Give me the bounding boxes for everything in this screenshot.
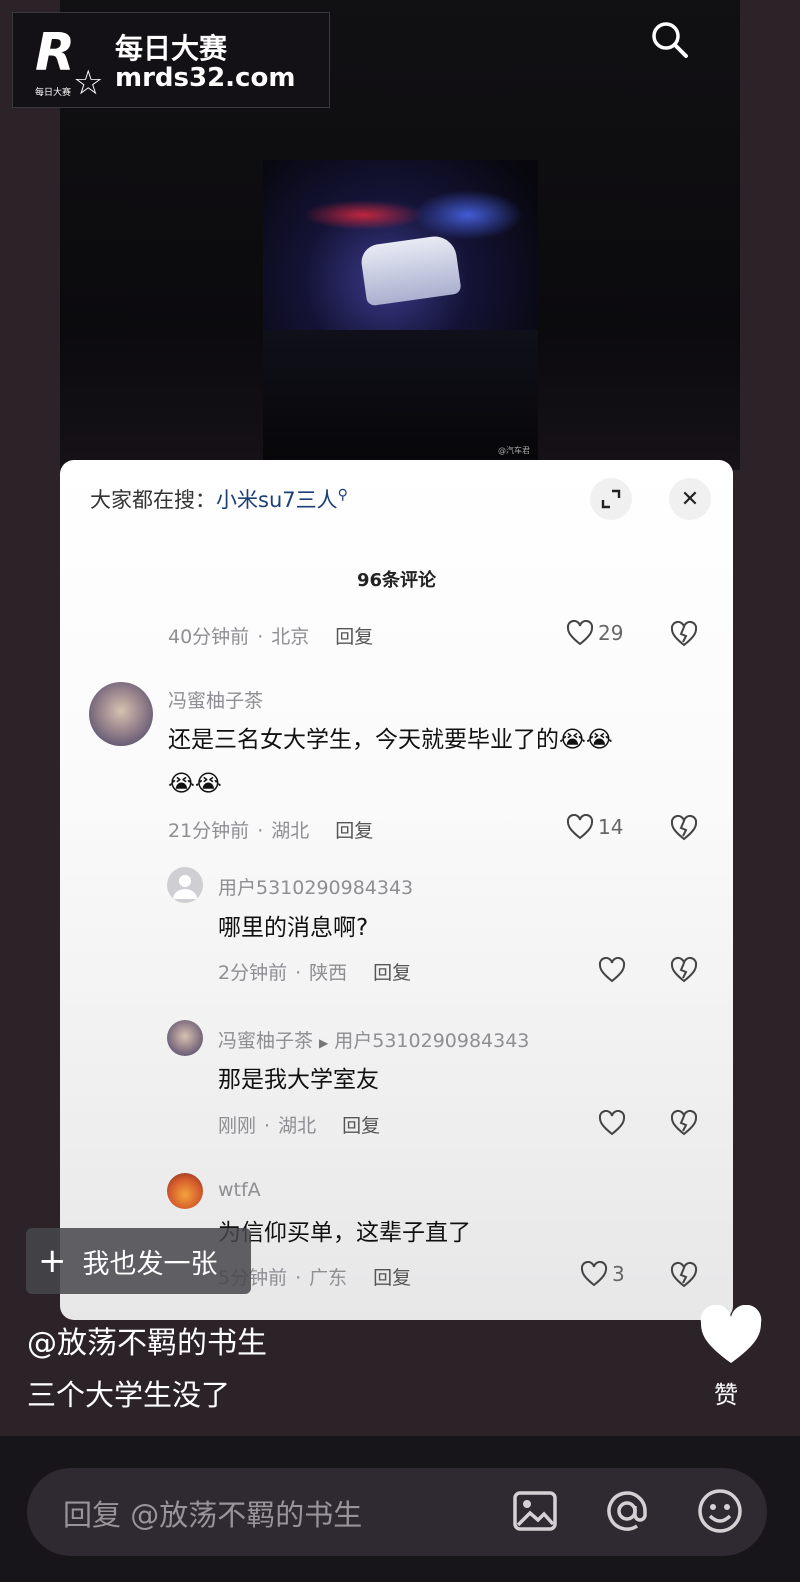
police-light-red	[303, 200, 423, 230]
small-search-icon: ⚲	[337, 487, 348, 503]
comment-location: 北京	[271, 626, 310, 648]
avatar[interactable]	[89, 682, 153, 746]
heart-like-icon[interactable]	[698, 1305, 764, 1367]
post-author[interactable]: @放荡不羁的书生	[27, 1318, 267, 1362]
heart-icon[interactable]	[598, 957, 626, 983]
reply-author[interactable]: 冯蜜柚子茶	[218, 1030, 313, 1052]
expand-icon	[601, 489, 621, 509]
avatar[interactable]	[167, 867, 203, 903]
broken-heart-icon[interactable]	[670, 1261, 698, 1289]
road	[263, 330, 538, 460]
reply-time: 刚刚	[218, 1115, 257, 1137]
trending-search[interactable]: 大家都在搜：小米su7三人⚲	[90, 484, 348, 514]
video-thumbnail[interactable]: @汽车君	[263, 160, 538, 460]
logo-r-mark: R	[35, 23, 76, 83]
post-photo-label: 我也发一张	[82, 1248, 218, 1280]
crashed-car	[359, 233, 462, 307]
reply-text: 那是我大学室友	[218, 1067, 379, 1093]
site-logo: R ☆ 每日大赛 每日大赛 mrds32.com	[12, 12, 330, 108]
reply-meta: 刚刚 · 湖北 回复	[218, 1115, 381, 1137]
logo-mark-subtitle: 每日大赛	[35, 88, 72, 98]
comment-location: 湖北	[271, 820, 310, 842]
close-icon: ✕	[680, 486, 700, 512]
comment-meta: 40分钟前 · 北京 回复	[168, 626, 374, 648]
plus-icon: +	[38, 1241, 67, 1281]
logo-domain: mrds32.com	[115, 63, 296, 93]
comment-time: 40分钟前	[168, 626, 250, 648]
reply-button[interactable]: 回复	[342, 1115, 380, 1137]
search-icon[interactable]	[648, 18, 692, 62]
like-label: 赞	[714, 1381, 738, 1409]
broken-heart-icon[interactable]	[670, 1109, 698, 1137]
like-button[interactable]: 29	[566, 620, 623, 646]
like-button[interactable]: 14	[566, 814, 623, 840]
image-icon[interactable]	[510, 1486, 560, 1536]
logo-star-icon: ☆	[73, 63, 104, 103]
default-user-icon	[173, 875, 197, 899]
broken-heart-icon[interactable]	[670, 956, 698, 984]
heart-icon	[580, 1261, 608, 1287]
trending-search-term[interactable]: 小米su7三人	[216, 488, 338, 512]
expand-button[interactable]	[590, 478, 632, 520]
reply-button[interactable]: 回复	[335, 820, 373, 842]
comment-sheet: 大家都在搜：小米su7三人⚲ ✕ 96条评论 40分钟前 · 北京 回复 29 冯蜜柚…	[60, 460, 733, 1320]
emoji-icon[interactable]	[695, 1486, 745, 1536]
reply-text: 为信仰买单，这辈子直了	[218, 1220, 471, 1246]
heart-icon[interactable]	[598, 1110, 626, 1136]
broken-heart-icon[interactable]	[670, 814, 698, 842]
comment-text: 还是三名女大学生，今天就要毕业了的😭😭	[168, 727, 613, 753]
video-watermark: @汽车君	[498, 446, 530, 455]
reply-meta: 2分钟前 · 陕西 回复	[218, 962, 412, 984]
comment-username[interactable]: 冯蜜柚子茶	[168, 686, 263, 713]
avatar[interactable]	[167, 1173, 203, 1209]
reply-time: 2分钟前	[218, 962, 288, 984]
reply-arrow-icon: ▶	[319, 1036, 329, 1050]
like-count: 29	[598, 621, 624, 645]
trending-search-prefix: 大家都在搜：	[90, 488, 216, 512]
like-count: 14	[598, 815, 624, 839]
at-mention-icon[interactable]	[602, 1486, 652, 1536]
broken-heart-icon[interactable]	[670, 620, 698, 648]
reply-username: 冯蜜柚子茶 ▶ 用户5310290984343	[218, 1026, 529, 1053]
post-photo-button[interactable]: + 我也发一张	[26, 1228, 251, 1294]
comment-count: 96条评论	[356, 570, 437, 591]
heart-icon	[566, 814, 594, 840]
reply-input-placeholder: 回复 @放荡不羁的书生	[63, 1498, 363, 1532]
post-caption: 三个大学生没了	[27, 1378, 231, 1412]
comment-meta: 21分钟前 · 湖北 回复	[168, 820, 374, 842]
reply-text: 哪里的消息啊?	[218, 915, 369, 941]
reply-username[interactable]: 用户5310290984343	[218, 873, 413, 900]
logo-name: 每日大赛	[115, 32, 228, 65]
reply-location: 广东	[309, 1267, 348, 1289]
reply-button[interactable]: 回复	[373, 962, 411, 984]
comment-time: 21分钟前	[168, 820, 250, 842]
comment-text-continued: 😭😭	[168, 771, 222, 797]
like-count: 3	[612, 1262, 625, 1286]
avatar[interactable]	[167, 1020, 203, 1056]
reply-location: 湖北	[278, 1115, 317, 1137]
police-light-blue	[413, 190, 523, 240]
reply-to-user[interactable]: 用户5310290984343	[334, 1030, 529, 1052]
reply-button[interactable]: 回复	[373, 1267, 411, 1289]
close-button[interactable]: ✕	[669, 478, 711, 520]
reply-button[interactable]: 回复	[335, 626, 373, 648]
reply-location: 陕西	[309, 962, 348, 984]
like-button[interactable]: 3	[580, 1261, 625, 1287]
heart-icon	[566, 620, 594, 646]
reply-username[interactable]: wtfA	[218, 1179, 261, 1201]
